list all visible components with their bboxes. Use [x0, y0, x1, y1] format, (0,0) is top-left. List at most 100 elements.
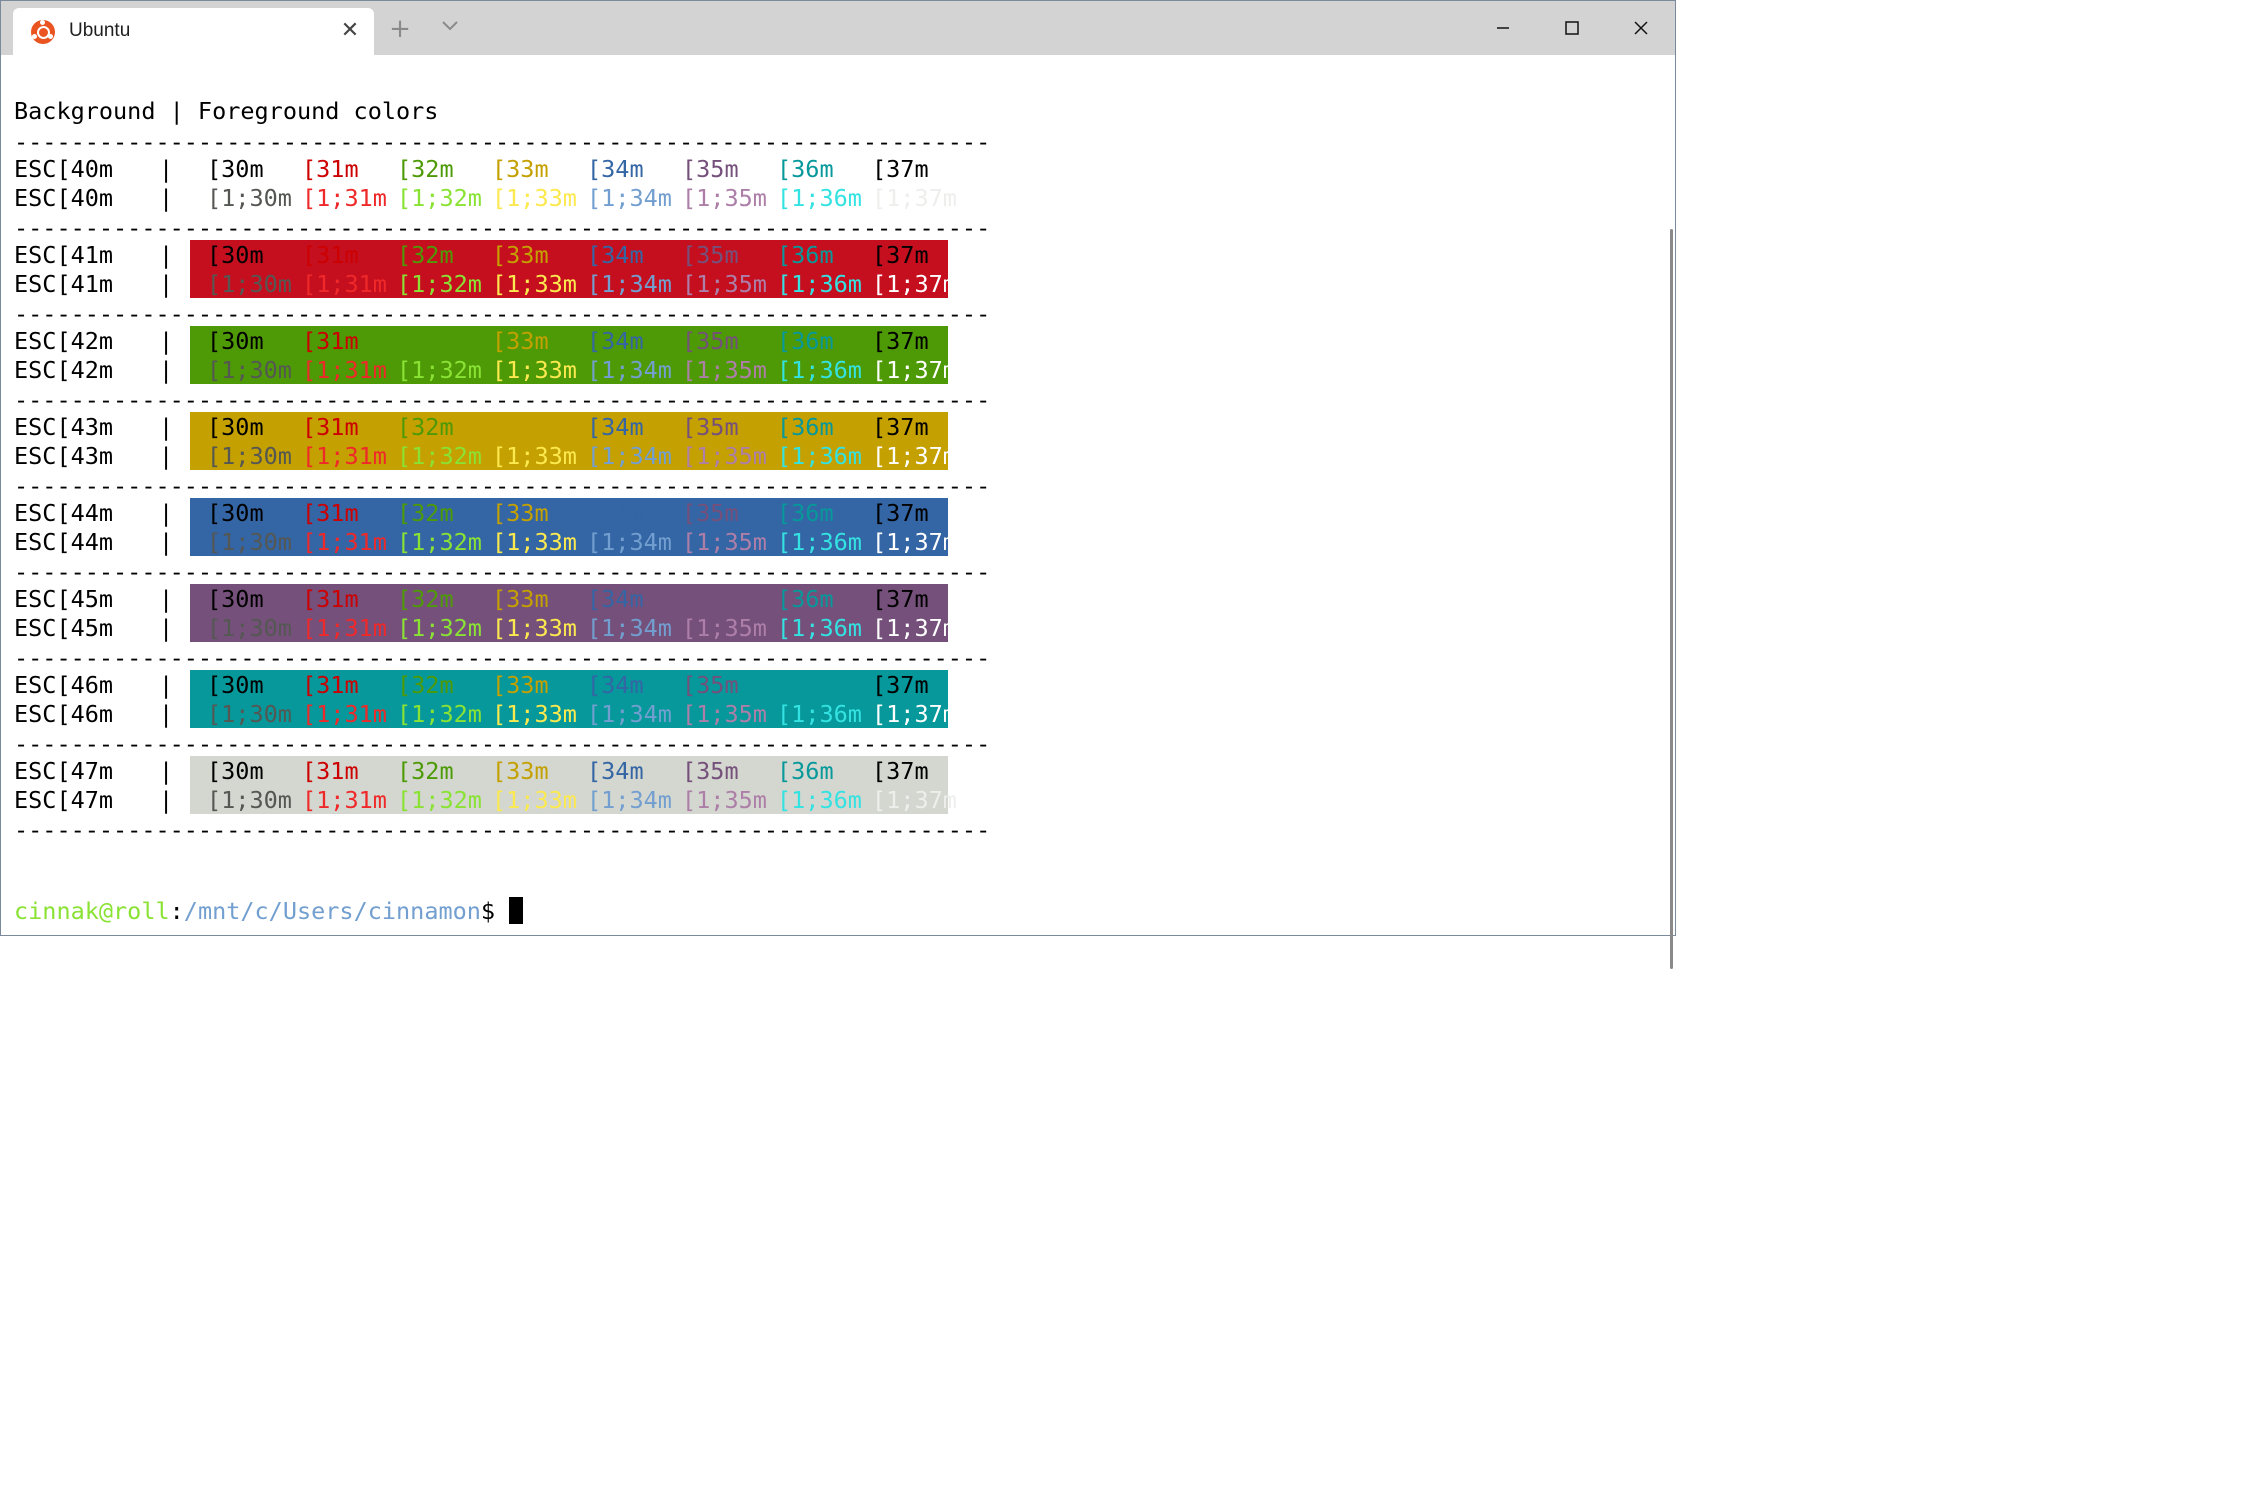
fg-bold-code-cell: [1;34m — [587, 614, 672, 642]
fg-code-cell: [31m — [302, 757, 359, 785]
separator-line: ----------------------------------------… — [14, 128, 991, 156]
fg-code-cell: [36m — [777, 585, 834, 613]
fg-code-cell: [37m — [872, 241, 929, 269]
new-tab-button[interactable]: + — [383, 14, 417, 44]
maximize-button[interactable] — [1538, 1, 1606, 55]
tab-ubuntu[interactable]: Ubuntu ✕ — [13, 8, 374, 55]
row-label: ESC[47m — [14, 786, 114, 814]
fg-code-cell: [33m — [492, 671, 549, 699]
fg-code-cell: [30m — [207, 241, 264, 269]
tab-close-icon[interactable]: ✕ — [337, 18, 363, 44]
fg-bold-code-cell: [1;35m — [682, 786, 767, 814]
row-pipe: | — [159, 700, 174, 728]
fg-bold-code-cell: [1;37m — [872, 184, 957, 212]
fg-bold-code-cell: [1;34m — [587, 270, 672, 298]
fg-code-cell: [34m — [587, 155, 644, 183]
fg-code-cell: [33m — [492, 327, 549, 355]
fg-code-cell: [34m — [587, 671, 644, 699]
fg-bold-code-cell: [1;32m — [397, 528, 482, 556]
row-pipe: | — [159, 499, 174, 527]
fg-code-cell: [30m — [207, 499, 264, 527]
close-button[interactable] — [1607, 1, 1675, 55]
separator-line: ----------------------------------------… — [14, 730, 991, 758]
fg-code-cell: [37m — [872, 499, 929, 527]
fg-code-cell: [32m — [397, 155, 454, 183]
fg-code-cell: [32m — [397, 241, 454, 269]
fg-bold-code-cell: [1;33m — [492, 786, 577, 814]
fg-code-cell: [37m — [872, 585, 929, 613]
fg-code-cell: [36m — [777, 757, 834, 785]
fg-code-cell: [37m — [872, 671, 929, 699]
fg-code-cell: [35m — [682, 499, 739, 527]
row-pipe: | — [159, 241, 174, 269]
fg-bold-code-cell: [1;37m — [872, 700, 957, 728]
fg-bold-code-cell: [1;31m — [302, 442, 387, 470]
fg-bold-code-cell: [1;33m — [492, 356, 577, 384]
chevron-down-icon[interactable] — [433, 16, 467, 44]
prompt-colon: : — [169, 897, 184, 925]
fg-code-cell: [31m — [302, 413, 359, 441]
fg-code-cell: [35m — [682, 671, 739, 699]
fg-bold-code-cell: [1;32m — [397, 700, 482, 728]
row-label: ESC[42m — [14, 327, 114, 355]
row-pipe: | — [159, 413, 174, 441]
minimize-icon — [1497, 27, 1509, 29]
fg-code-cell: [33m — [492, 499, 549, 527]
fg-bold-code-cell: [1;36m — [777, 184, 862, 212]
fg-code-cell: [31m — [302, 241, 359, 269]
fg-bold-code-cell: [1;33m — [492, 442, 577, 470]
scrollbar[interactable] — [1670, 229, 1673, 969]
fg-code-cell: [30m — [207, 155, 264, 183]
fg-code-cell: [35m — [682, 585, 739, 613]
fg-bold-code-cell: [1;32m — [397, 786, 482, 814]
fg-bold-code-cell: [1;36m — [777, 528, 862, 556]
fg-bold-code-cell: [1;33m — [492, 614, 577, 642]
fg-code-cell: [37m — [872, 757, 929, 785]
row-label: ESC[46m — [14, 700, 114, 728]
fg-bold-code-cell: [1;36m — [777, 442, 862, 470]
fg-code-cell: [32m — [397, 585, 454, 613]
fg-code-cell: [30m — [207, 671, 264, 699]
fg-bold-code-cell: [1;30m — [207, 184, 292, 212]
fg-bold-code-cell: [1;31m — [302, 700, 387, 728]
fg-code-cell: [33m — [492, 413, 549, 441]
row-label: ESC[43m — [14, 413, 114, 441]
fg-code-cell: [36m — [777, 413, 834, 441]
fg-code-cell: [30m — [207, 327, 264, 355]
fg-code-cell: [32m — [397, 327, 454, 355]
fg-bold-code-cell: [1;32m — [397, 184, 482, 212]
fg-bold-code-cell: [1;37m — [872, 270, 957, 298]
separator-line: ----------------------------------------… — [14, 472, 991, 500]
fg-bold-code-cell: [1;34m — [587, 442, 672, 470]
fg-code-cell: [36m — [777, 155, 834, 183]
fg-code-cell: [32m — [397, 757, 454, 785]
fg-code-cell: [34m — [587, 327, 644, 355]
fg-bold-code-cell: [1;34m — [587, 356, 672, 384]
separator-line: ----------------------------------------… — [14, 558, 991, 586]
row-pipe: | — [159, 356, 174, 384]
fg-code-cell: [31m — [302, 499, 359, 527]
text-cursor — [509, 897, 524, 924]
title-bar: Ubuntu ✕ + — [1, 1, 1675, 55]
fg-code-cell: [31m — [302, 327, 359, 355]
fg-bold-code-cell: [1;33m — [492, 270, 577, 298]
row-label: ESC[41m — [14, 241, 114, 269]
row-label: ESC[40m — [14, 184, 114, 212]
terminal-content[interactable]: Background | Foreground colors ---------… — [1, 55, 1675, 969]
fg-bold-code-cell: [1;30m — [207, 270, 292, 298]
row-pipe: | — [159, 327, 174, 355]
fg-code-cell: [32m — [397, 499, 454, 527]
minimize-button[interactable] — [1469, 1, 1537, 55]
row-label: ESC[47m — [14, 757, 114, 785]
fg-code-cell: [36m — [777, 499, 834, 527]
fg-bold-code-cell: [1;31m — [302, 786, 387, 814]
separator-line: ----------------------------------------… — [14, 386, 991, 414]
row-label: ESC[41m — [14, 270, 114, 298]
row-pipe: | — [159, 528, 174, 556]
fg-bold-code-cell: [1;36m — [777, 786, 862, 814]
fg-bold-code-cell: [1;37m — [872, 786, 957, 814]
fg-code-cell: [31m — [302, 155, 359, 183]
fg-bold-code-cell: [1;31m — [302, 270, 387, 298]
fg-bold-code-cell: [1;33m — [492, 184, 577, 212]
fg-bold-code-cell: [1;35m — [682, 442, 767, 470]
